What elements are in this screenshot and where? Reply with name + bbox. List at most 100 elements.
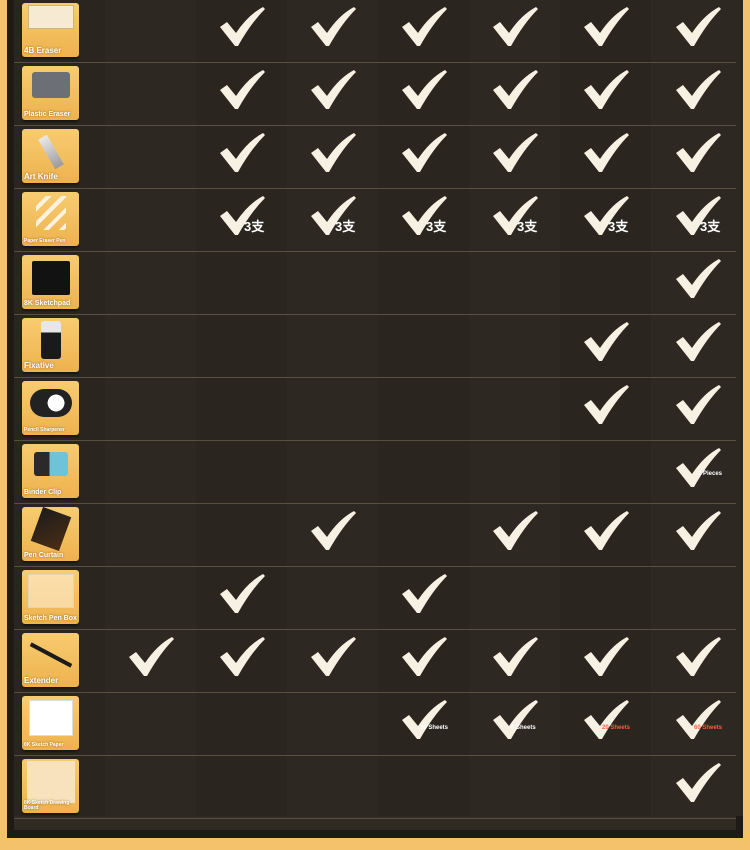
product-thumbnail: 8K Sketch Paper bbox=[22, 696, 79, 750]
tier-cell bbox=[287, 315, 379, 377]
checkmark-shape bbox=[584, 322, 629, 361]
drawing-board-icon bbox=[26, 761, 75, 803]
product-thumbnail: Fixative bbox=[22, 318, 79, 372]
product-label: Paper Eraser Pen bbox=[24, 237, 66, 244]
tier-cell bbox=[652, 0, 744, 62]
tier-cell bbox=[560, 315, 652, 377]
checkmark-icon bbox=[220, 133, 265, 172]
tier-cell bbox=[652, 378, 744, 440]
tier-cell bbox=[560, 504, 652, 566]
checkmark-icon bbox=[676, 70, 721, 109]
tier-cell bbox=[287, 126, 379, 188]
tier-cell bbox=[560, 126, 652, 188]
checkmark-shape bbox=[676, 448, 721, 487]
tier-cell bbox=[287, 0, 379, 62]
quantity-note: 3支 bbox=[426, 219, 447, 234]
tier-cell: 3支 bbox=[378, 189, 470, 251]
product-thumbnail: Paper Eraser Pen bbox=[22, 192, 79, 246]
tier-cell bbox=[196, 378, 288, 440]
tier-cell bbox=[105, 378, 197, 440]
quantity-note: 3支 bbox=[608, 219, 629, 234]
tier-cell bbox=[105, 0, 197, 62]
tier-cell bbox=[469, 441, 561, 503]
table-row: Plastic Eraser bbox=[14, 63, 736, 126]
art-knife-icon bbox=[37, 134, 64, 170]
checkmark-shape bbox=[311, 7, 356, 46]
tier-cell bbox=[105, 189, 197, 251]
tier-cell bbox=[196, 0, 288, 62]
product-label: 8K Sketch Paper bbox=[24, 741, 64, 748]
fixative-icon bbox=[40, 321, 61, 359]
checkmark-shape bbox=[493, 70, 538, 109]
checkmark-shape bbox=[584, 133, 629, 172]
checkmark-icon bbox=[311, 133, 356, 172]
tier-cell bbox=[196, 63, 288, 125]
tier-cell bbox=[560, 441, 652, 503]
checkmark-icon bbox=[584, 70, 629, 109]
checkmark-shape bbox=[311, 133, 356, 172]
checkmark-icon bbox=[584, 133, 629, 172]
table-row: Sketch Pen Box bbox=[14, 567, 736, 630]
tier-cell: 3支 bbox=[652, 189, 744, 251]
table-row: 4B Eraser bbox=[14, 0, 736, 63]
tier-cell bbox=[560, 756, 652, 818]
tier-cell: 3支 bbox=[560, 189, 652, 251]
product-label: Extender bbox=[24, 675, 59, 685]
quantity-note: 20 Sheets bbox=[602, 725, 631, 731]
product-thumbnail: 8K Sketchpad bbox=[22, 255, 79, 309]
quantity-note: 20 Sheets bbox=[420, 725, 449, 731]
quantity-note: 3支 bbox=[700, 219, 721, 234]
product-thumbnail: 8K Sketch Drawing Board bbox=[22, 759, 79, 813]
product-thumbnail: 4B Eraser bbox=[22, 3, 79, 57]
tier-cell bbox=[105, 567, 197, 629]
tier-cell: 2 Pieces bbox=[652, 441, 744, 503]
table-row: Pencil Sharpener bbox=[14, 378, 736, 441]
checkmark-shape bbox=[311, 511, 356, 550]
tier-cell bbox=[378, 378, 470, 440]
checkmark-icon bbox=[584, 511, 629, 550]
product-thumbnail: Extender bbox=[22, 633, 79, 687]
checkmark-shape bbox=[676, 70, 721, 109]
tier-cell bbox=[196, 126, 288, 188]
table-row: Paper Eraser Pen 3支 3支 3支 3支 3支 3支 bbox=[14, 189, 736, 252]
pen-curtain-icon bbox=[30, 507, 71, 552]
table-row: 8K Sketch Paper 20 Sheets 0 Sheets 20 Sheet… bbox=[14, 693, 736, 756]
product-thumbnail: Pen Curtain bbox=[22, 507, 79, 561]
checkmark-icon bbox=[402, 637, 447, 676]
tier-cell bbox=[652, 315, 744, 377]
checkmark-shape bbox=[220, 7, 265, 46]
table-row: 8K Sketchpad bbox=[14, 252, 736, 315]
checkmark-icon bbox=[676, 7, 721, 46]
checkmark-shape bbox=[676, 511, 721, 550]
tier-cell bbox=[560, 378, 652, 440]
checkmark-icon bbox=[220, 7, 265, 46]
product-label: 4B Eraser bbox=[24, 45, 62, 55]
plastic-eraser-icon bbox=[31, 72, 70, 98]
checkmark-shape bbox=[584, 7, 629, 46]
checkmark-icon bbox=[676, 259, 721, 298]
paper-eraser-pen-icon bbox=[35, 196, 66, 230]
tier-cell bbox=[196, 252, 288, 314]
checkmark-icon bbox=[311, 70, 356, 109]
tier-cell bbox=[287, 378, 379, 440]
tier-cell bbox=[196, 756, 288, 818]
tier-cell: 3支 bbox=[469, 189, 561, 251]
tier-cell bbox=[469, 315, 561, 377]
tier-cell: 3支 bbox=[287, 189, 379, 251]
tier-cell bbox=[469, 0, 561, 62]
tier-cell bbox=[196, 315, 288, 377]
product-thumbnail: Sketch Pen Box bbox=[22, 570, 79, 624]
checkmark-icon bbox=[584, 637, 629, 676]
tier-cell bbox=[469, 126, 561, 188]
checkmark-icon bbox=[493, 511, 538, 550]
tier-cell bbox=[378, 756, 470, 818]
checkmark-shape bbox=[584, 511, 629, 550]
quantity-note: 3支 bbox=[335, 219, 356, 234]
product-thumbnail: Plastic Eraser bbox=[22, 66, 79, 120]
product-label: Pencil Sharpener bbox=[24, 426, 65, 433]
product-label: Pen Curtain bbox=[24, 551, 64, 559]
checkmark-shape bbox=[676, 637, 721, 676]
tier-cell bbox=[469, 63, 561, 125]
checkmark-icon bbox=[493, 133, 538, 172]
checkmark-shape bbox=[676, 133, 721, 172]
